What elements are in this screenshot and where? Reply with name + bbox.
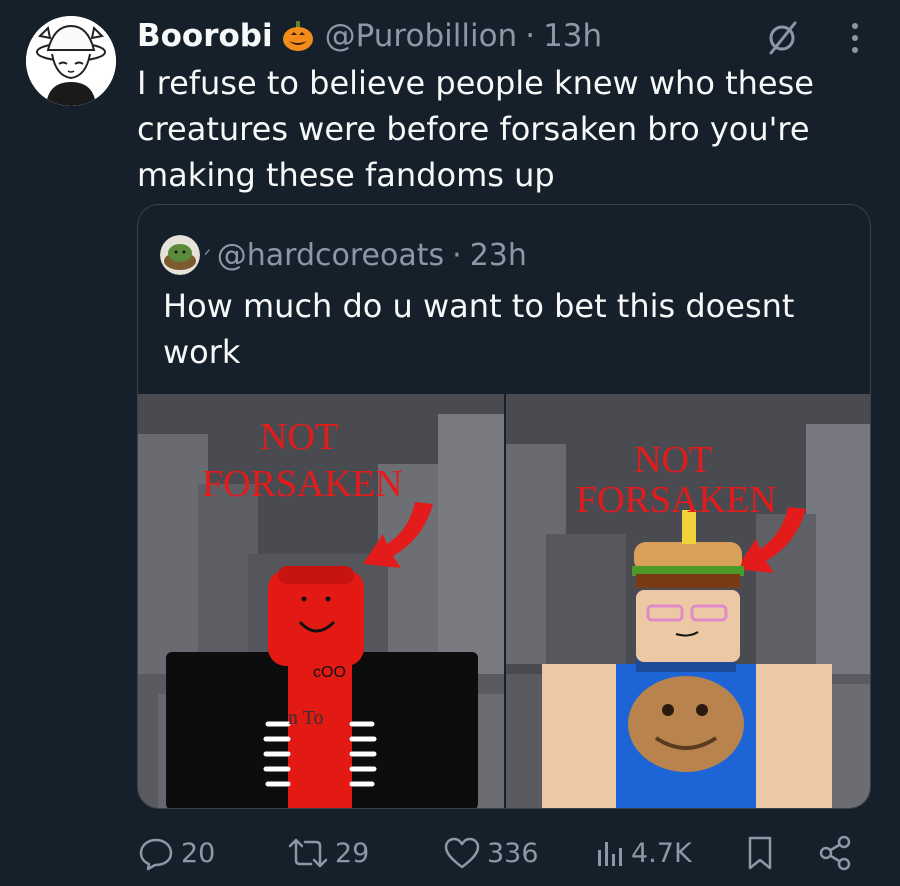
author-handle[interactable]: @Purobillion <box>325 18 518 54</box>
reply-count: 20 <box>181 837 216 869</box>
right-caption-line2: FORSAKEN <box>576 479 777 521</box>
grok-icon[interactable] <box>762 18 802 62</box>
reply-button[interactable]: 20 <box>137 830 215 876</box>
tweet-timestamp[interactable]: 13h <box>543 18 602 54</box>
left-scene: NOT FORSAKEN cOO n To <box>138 394 504 808</box>
quote-separator: · <box>452 237 462 273</box>
views-button[interactable]: 4.7K <box>595 830 692 876</box>
quote-header: ᐟ @hardcoreoats · 23h <box>160 235 527 275</box>
repost-icon <box>288 838 328 868</box>
views-icon <box>598 842 622 866</box>
author-avatar[interactable] <box>26 16 116 106</box>
media-image-left[interactable]: NOT FORSAKEN cOO n To <box>138 394 504 808</box>
tweet-text: I refuse to believe people knew who thes… <box>137 64 814 194</box>
left-caption-line2: FORSAKEN <box>202 463 403 505</box>
action-bar: 20 29 336 4.7K <box>137 830 857 876</box>
quote-verified-mark: ᐟ <box>204 245 211 265</box>
right-caption-line1: NOT <box>634 439 712 481</box>
left-shirt-text2: n To <box>288 707 323 729</box>
bookmark-icon <box>748 836 772 870</box>
heart-icon <box>444 837 480 869</box>
reply-icon <box>139 838 173 871</box>
quote-author-avatar[interactable] <box>160 235 200 275</box>
repost-button[interactable]: 29 <box>287 830 369 876</box>
more-options-icon[interactable] <box>848 20 862 60</box>
author-display-name[interactable]: Boorobi <box>137 18 273 54</box>
pumpkin-icon <box>281 19 315 53</box>
share-button[interactable] <box>817 830 853 876</box>
view-count: 4.7K <box>631 837 692 869</box>
share-icon <box>819 835 851 871</box>
quote-author-handle[interactable]: @hardcoreoats <box>217 238 444 273</box>
left-shirt-text1: cOO <box>313 664 346 681</box>
media-image-right[interactable]: NOT FORSAKEN <box>506 394 870 808</box>
avatar-drawing <box>26 16 116 106</box>
repost-count: 29 <box>335 837 370 869</box>
right-scene: NOT FORSAKEN <box>506 394 870 808</box>
quote-media[interactable]: NOT FORSAKEN cOO n To NOT FORSAKEN <box>138 394 870 808</box>
left-caption-line1: NOT <box>260 416 338 458</box>
bookmark-button[interactable] <box>745 830 775 876</box>
quoted-tweet-card[interactable]: ᐟ @hardcoreoats · 23h How much do u want… <box>137 204 871 809</box>
like-button[interactable]: 336 <box>443 830 539 876</box>
header-separator: · <box>525 18 536 54</box>
like-count: 336 <box>487 837 539 869</box>
quote-text: How much do u want to bet this doesnt wo… <box>163 287 795 371</box>
tweet-header: Boorobi @Purobillion · 13h <box>137 14 602 58</box>
quote-timestamp[interactable]: 23h <box>470 238 527 273</box>
